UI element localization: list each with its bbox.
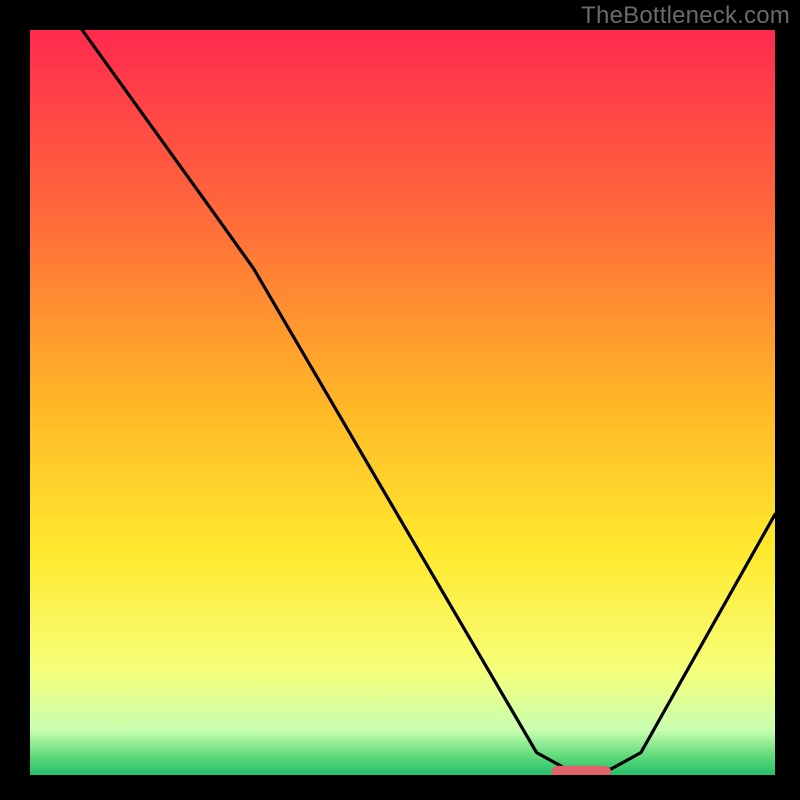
bottleneck-chart — [30, 30, 775, 775]
optimal-band-marker — [552, 766, 612, 775]
chart-gradient-bg — [30, 30, 775, 775]
attribution-text: TheBottleneck.com — [581, 2, 790, 30]
